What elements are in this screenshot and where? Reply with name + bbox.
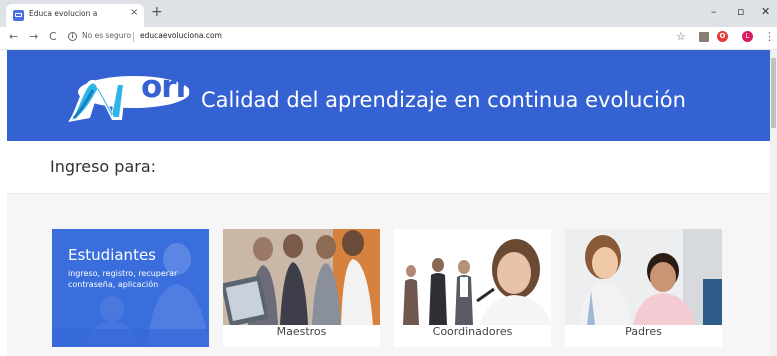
- tab-close-icon[interactable]: ×: [130, 7, 138, 18]
- coordinators-photo: [394, 229, 551, 325]
- browser-tab[interactable]: Educa evolucion a ×: [6, 4, 144, 27]
- page: orma Calidad del aprendizaje en continua…: [7, 50, 770, 356]
- extension-icon[interactable]: [699, 32, 709, 42]
- minimize-button[interactable]: –: [711, 5, 717, 19]
- ingreso-section: Ingreso para:: [7, 141, 770, 194]
- card-coordinadores-label: Coordinadores: [432, 325, 513, 338]
- reload-icon[interactable]: C: [49, 30, 57, 44]
- bookmark-star-icon[interactable]: ☆: [676, 30, 686, 44]
- extension-badge-icon[interactable]: O: [717, 31, 728, 42]
- page-scrollbar[interactable]: [770, 50, 777, 356]
- security-label[interactable]: No es seguro: [82, 31, 131, 40]
- close-window-button[interactable]: ✕: [761, 5, 770, 19]
- address-bar: ← → C i No es seguro educaevoluciona.com…: [0, 27, 777, 50]
- browser-menu-icon[interactable]: ⋮: [764, 30, 775, 44]
- browser-tab-bar: Educa evolucion a × + – ▫ ✕: [0, 0, 777, 27]
- card-coordinadores[interactable]: Coordinadores: [394, 229, 551, 347]
- back-icon[interactable]: ←: [9, 30, 18, 44]
- parents-photo: [565, 229, 722, 325]
- favicon-icon: [13, 10, 24, 21]
- info-icon[interactable]: i: [68, 32, 77, 41]
- teachers-photo: [223, 229, 380, 325]
- norma-logo[interactable]: orma: [62, 69, 228, 128]
- profile-avatar[interactable]: L: [742, 31, 753, 42]
- maximize-button[interactable]: ▫: [737, 5, 744, 19]
- header-tagline: Calidad del aprendizaje en continua evol…: [201, 88, 686, 112]
- scrollbar-thumb[interactable]: [771, 58, 776, 128]
- card-maestros[interactable]: Maestros: [223, 229, 380, 347]
- url-input[interactable]: educaevoluciona.com: [140, 31, 222, 40]
- card-estudiantes[interactable]: Estudiantes ingreso, registro, recuperar…: [52, 229, 209, 347]
- ingreso-heading: Ingreso para:: [50, 157, 157, 176]
- new-tab-button[interactable]: +: [151, 4, 163, 20]
- card-padres-label: Padres: [625, 325, 662, 338]
- forward-icon[interactable]: →: [29, 30, 38, 44]
- separator: [133, 32, 134, 42]
- cards-section: Estudiantes ingreso, registro, recuperar…: [7, 194, 770, 356]
- tab-title: Educa evolucion a: [29, 9, 98, 18]
- card-estudiantes-subtitle: ingreso, registro, recuperar contraseña,…: [68, 269, 178, 289]
- header-banner: orma Calidad del aprendizaje en continua…: [7, 50, 770, 141]
- card-padres[interactable]: Padres: [565, 229, 722, 347]
- card-maestros-label: Maestros: [276, 325, 327, 338]
- card-estudiantes-title: Estudiantes: [68, 246, 156, 264]
